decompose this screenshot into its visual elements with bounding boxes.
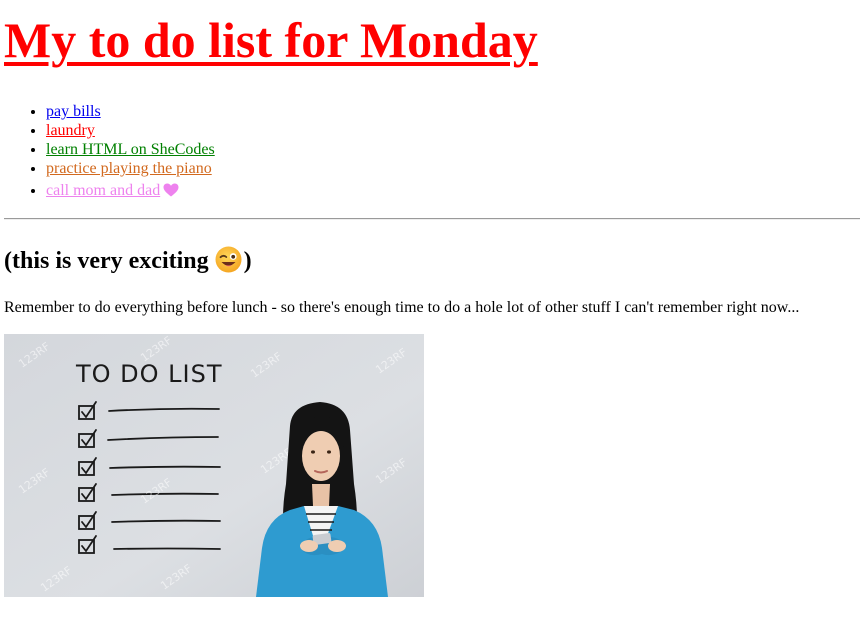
list-item: pay bills	[46, 102, 215, 121]
list-item: learn HTML on SheCodes	[46, 140, 215, 159]
page-title: My to do list for Monday	[4, 12, 538, 68]
todo-list: pay bills laundry learn HTML on SheCodes…	[6, 102, 215, 200]
list-item: practice playing the piano	[46, 159, 215, 178]
subtitle: (this is very exciting )	[4, 246, 252, 276]
todo-label: call mom and dad	[46, 182, 161, 199]
todo-link-pay-bills[interactable]: pay bills	[46, 103, 101, 120]
image-heading: TO DO LIST	[75, 360, 223, 388]
list-item: laundry	[46, 121, 215, 140]
todo-link-practice-piano[interactable]: practice playing the piano	[46, 160, 212, 177]
to-do-list-photo: TO DO LIST 123RF 123RF 123RF 123RF 123RF…	[4, 334, 424, 597]
list-item: call mom and dad	[46, 181, 215, 200]
todo-link-learn-html[interactable]: learn HTML on SheCodes	[46, 141, 215, 158]
todo-link-call-parents[interactable]: call mom and dad	[46, 182, 179, 199]
heart-icon	[163, 183, 179, 197]
winking-face-emoji-icon	[215, 246, 242, 273]
todo-link-laundry[interactable]: laundry	[46, 122, 95, 139]
subtitle-text: (this is very exciting	[4, 248, 209, 274]
subtitle-suffix: )	[243, 248, 252, 274]
divider	[4, 218, 860, 220]
reminder-note: Remember to do everything before lunch -…	[4, 299, 800, 316]
